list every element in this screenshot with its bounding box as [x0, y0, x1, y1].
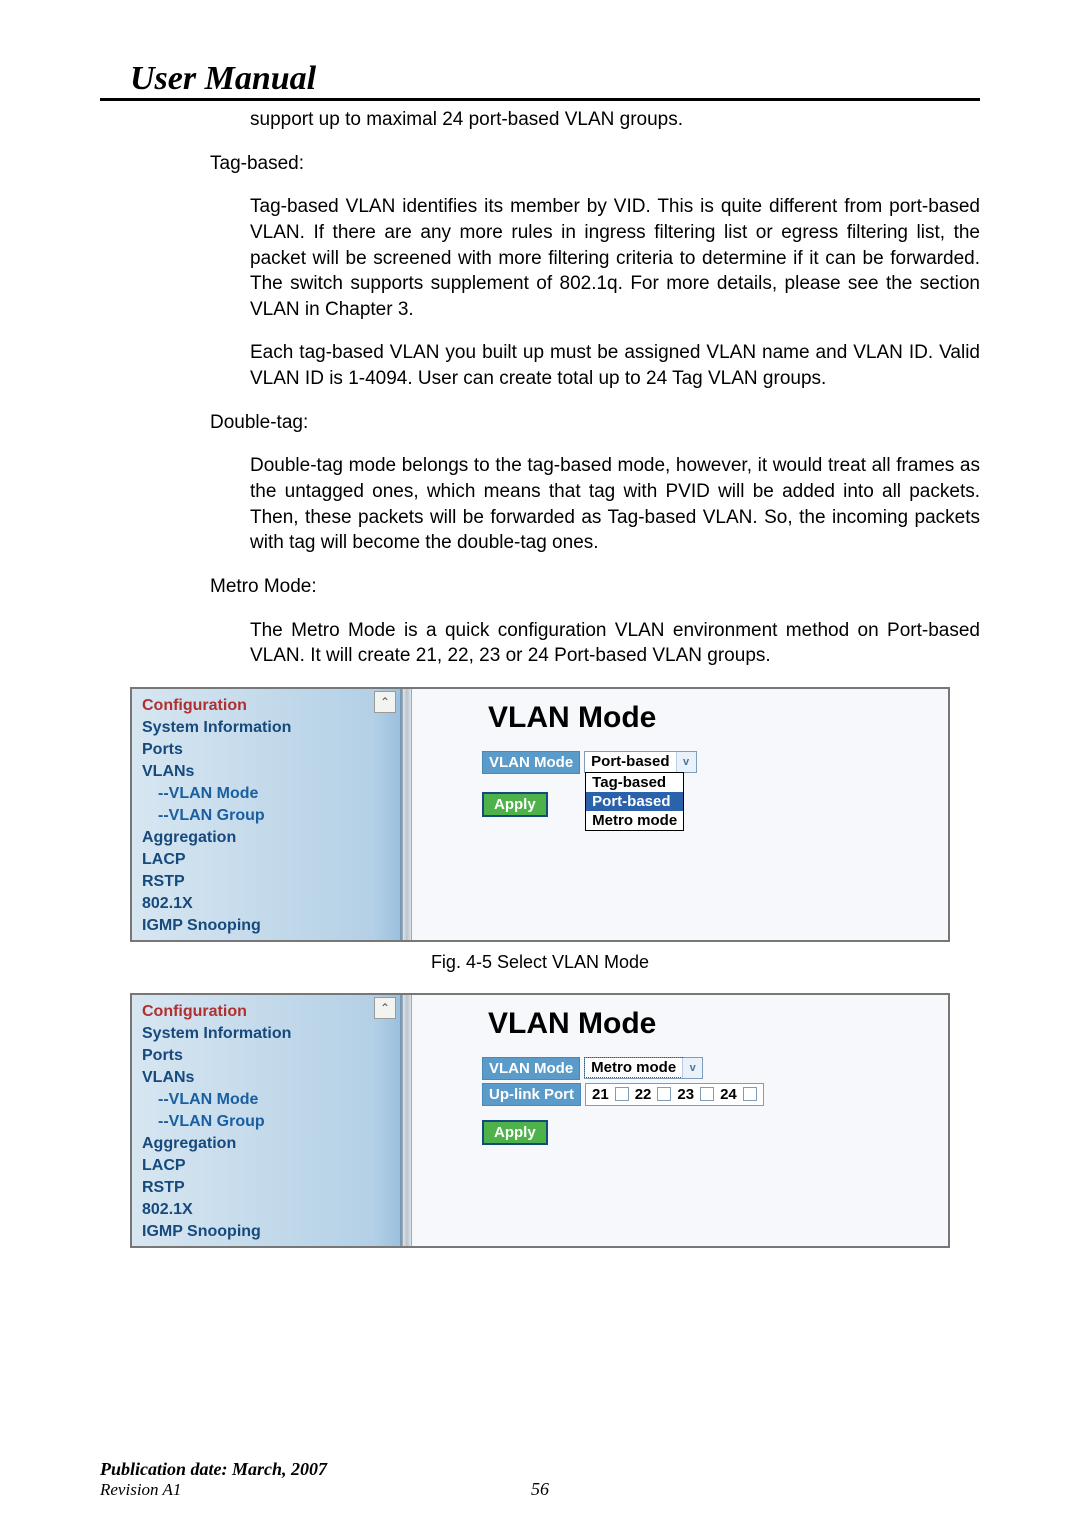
- nav-ports-2[interactable]: Ports: [142, 1045, 400, 1067]
- apply-button-2[interactable]: Apply: [482, 1120, 548, 1145]
- nav-sidebar: ⌃ Configuration System Information Ports…: [132, 689, 402, 940]
- dropdown-option-tagbased[interactable]: Tag-based: [586, 773, 683, 792]
- nav-lacp-2[interactable]: LACP: [142, 1155, 400, 1177]
- vlan-mode-selected-value-2: Metro mode: [585, 1058, 682, 1077]
- tagbased-heading: Tag-based:: [210, 151, 980, 177]
- nav-rstp-2[interactable]: RSTP: [142, 1177, 400, 1199]
- figure-1-caption: Fig. 4-5 Select VLAN Mode: [100, 952, 980, 973]
- main-panel-1: VLAN Mode VLAN Mode Port-based v Tag-bas…: [412, 689, 948, 940]
- nav-configuration-2[interactable]: Configuration: [142, 1001, 400, 1023]
- nav-system-information[interactable]: System Information: [142, 717, 400, 739]
- vlan-mode-select[interactable]: Port-based v Tag-based Port-based Metro …: [584, 751, 696, 773]
- doubletag-paragraph: Double-tag mode belongs to the tag-based…: [250, 453, 980, 556]
- nav-vlan-mode[interactable]: --VLAN Mode: [142, 783, 400, 805]
- nav-lacp[interactable]: LACP: [142, 849, 400, 871]
- main-panel-2: VLAN Mode VLAN Mode Metro mode v Up-link…: [412, 995, 948, 1246]
- dropdown-arrow-icon[interactable]: v: [676, 752, 696, 772]
- figure-1: ⌃ Configuration System Information Ports…: [130, 687, 950, 942]
- publication-date: Publication date: March, 2007: [100, 1459, 327, 1480]
- tagbased-paragraph-1: Tag-based VLAN identifies its member by …: [250, 194, 980, 322]
- page-header-title: User Manual: [100, 60, 980, 101]
- tagbased-paragraph-2: Each tag-based VLAN you built up must be…: [250, 340, 980, 391]
- intro-fragment: support up to maximal 24 port-based VLAN…: [250, 107, 980, 133]
- uplink-port-21-label: 21: [592, 1086, 609, 1103]
- doubletag-heading: Double-tag:: [210, 410, 980, 436]
- nav-vlan-group[interactable]: --VLAN Group: [142, 805, 400, 827]
- figure-2: ⌃ Configuration System Information Ports…: [130, 993, 950, 1248]
- nav-system-information-2[interactable]: System Information: [142, 1023, 400, 1045]
- vlan-mode-row-2: VLAN Mode Metro mode v: [482, 1057, 928, 1080]
- vlan-mode-label-2: VLAN Mode: [482, 1057, 580, 1080]
- nav-vlan-group-2[interactable]: --VLAN Group: [142, 1111, 400, 1133]
- nav-vlan-mode-2[interactable]: --VLAN Mode: [142, 1089, 400, 1111]
- nav-aggregation-2[interactable]: Aggregation: [142, 1133, 400, 1155]
- nav-8021x[interactable]: 802.1X: [142, 893, 400, 915]
- dropdown-option-portbased[interactable]: Port-based: [586, 792, 683, 811]
- panel-title: VLAN Mode: [488, 701, 928, 735]
- vlan-mode-dropdown-list: Tag-based Port-based Metro mode: [585, 772, 684, 831]
- metromode-paragraph: The Metro Mode is a quick configuration …: [250, 618, 980, 669]
- nav-ports[interactable]: Ports: [142, 739, 400, 761]
- scroll-up-icon[interactable]: ⌃: [374, 691, 396, 713]
- uplink-port-row: Up-link Port 21 22 23 24: [482, 1083, 928, 1106]
- uplink-port-23-label: 23: [677, 1086, 694, 1103]
- uplink-port-23-checkbox[interactable]: [700, 1087, 714, 1101]
- nav-vlans[interactable]: VLANs: [142, 761, 400, 783]
- uplink-port-24-label: 24: [720, 1086, 737, 1103]
- panel-title-2: VLAN Mode: [488, 1007, 928, 1041]
- nav-8021x-2[interactable]: 802.1X: [142, 1199, 400, 1221]
- uplink-port-22-checkbox[interactable]: [657, 1087, 671, 1101]
- nav-aggregation[interactable]: Aggregation: [142, 827, 400, 849]
- dropdown-option-metromode[interactable]: Metro mode: [586, 811, 683, 830]
- nav-igmp-snooping[interactable]: IGMP Snooping: [142, 915, 400, 937]
- pane-divider[interactable]: [402, 689, 412, 940]
- pane-divider-2[interactable]: [402, 995, 412, 1246]
- uplink-port-group: 21 22 23 24: [585, 1083, 764, 1106]
- uplink-port-24-checkbox[interactable]: [743, 1087, 757, 1101]
- uplink-port-21-checkbox[interactable]: [615, 1087, 629, 1101]
- apply-button[interactable]: Apply: [482, 792, 548, 817]
- nav-sidebar-2: ⌃ Configuration System Information Ports…: [132, 995, 402, 1246]
- metromode-heading: Metro Mode:: [210, 574, 980, 600]
- page-number: 56: [0, 1479, 1080, 1500]
- vlan-mode-select-2[interactable]: Metro mode v: [584, 1057, 703, 1079]
- vlan-mode-selected-value: Port-based: [585, 752, 675, 771]
- nav-vlans-2[interactable]: VLANs: [142, 1067, 400, 1089]
- nav-configuration[interactable]: Configuration: [142, 695, 400, 717]
- vlan-mode-label: VLAN Mode: [482, 751, 580, 774]
- nav-igmp-snooping-2[interactable]: IGMP Snooping: [142, 1221, 400, 1243]
- nav-rstp[interactable]: RSTP: [142, 871, 400, 893]
- uplink-port-label: Up-link Port: [482, 1083, 581, 1106]
- uplink-port-22-label: 22: [635, 1086, 652, 1103]
- dropdown-arrow-icon-2[interactable]: v: [682, 1058, 702, 1078]
- vlan-mode-row: VLAN Mode Port-based v Tag-based Port-ba…: [482, 751, 928, 774]
- scroll-up-icon-2[interactable]: ⌃: [374, 997, 396, 1019]
